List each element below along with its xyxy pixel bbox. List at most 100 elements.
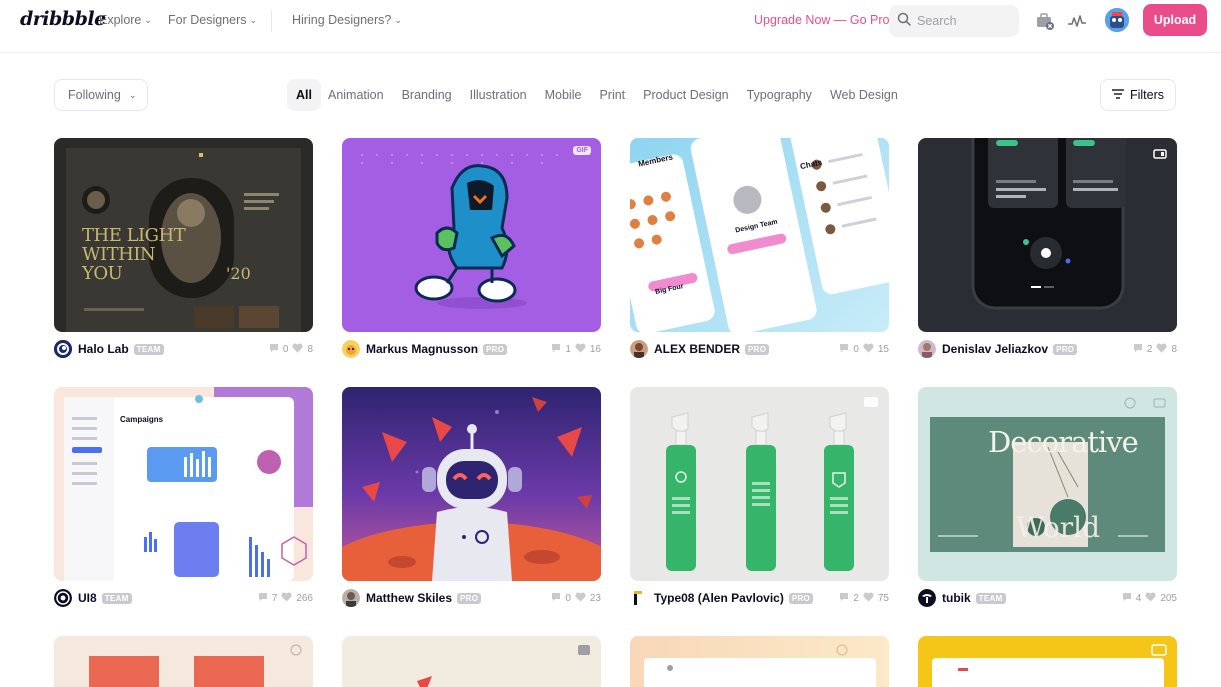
chevron-down-icon: ⌄ bbox=[144, 14, 152, 25]
search-icon bbox=[897, 12, 911, 31]
tab-print[interactable]: Print bbox=[592, 79, 632, 111]
shot-stats: 1 16 bbox=[551, 343, 601, 356]
author-avatar[interactable] bbox=[342, 589, 360, 607]
shot-stats: 2 75 bbox=[839, 592, 889, 605]
video-icon bbox=[1153, 146, 1167, 164]
shot-thumbnail[interactable]: THE LIGHT WITHIN YOU '20 bbox=[54, 138, 313, 332]
activity-icon[interactable] bbox=[1066, 10, 1088, 32]
shot-card[interactable]: Campaigns UI8 TEAM 7 266 bbox=[54, 387, 313, 607]
pro-badge: PRO bbox=[788, 592, 814, 604]
shot-thumbnail[interactable]: GIF bbox=[342, 138, 601, 332]
heart-icon[interactable] bbox=[281, 592, 292, 605]
shot-thumbnail[interactable] bbox=[630, 387, 889, 581]
nav-for-designers-label: For Designers bbox=[168, 13, 247, 27]
shot-thumbnail-partial[interactable] bbox=[54, 636, 313, 687]
author-avatar[interactable] bbox=[54, 589, 72, 607]
tab-branding[interactable]: Branding bbox=[395, 79, 459, 111]
shot-card[interactable]: GIF Markus Magnusson PRO 1 16 bbox=[342, 138, 601, 358]
shot-card[interactable]: Members Chats Design Team Big Four ALEX … bbox=[630, 138, 889, 358]
author-avatar[interactable] bbox=[918, 340, 936, 358]
shot-thumbnail[interactable] bbox=[918, 138, 1177, 332]
nav-divider bbox=[271, 10, 272, 32]
shot-year: '20 bbox=[226, 264, 251, 283]
following-dropdown[interactable]: Following ⌄ bbox=[54, 79, 148, 111]
shot-card[interactable]: Decorative World tubik TEAM 4 205 bbox=[918, 387, 1177, 607]
heart-icon[interactable] bbox=[863, 343, 874, 356]
tab-animation[interactable]: Animation bbox=[321, 79, 391, 111]
shot-meta: ALEX BENDER PRO 0 15 bbox=[630, 340, 889, 358]
heart-icon[interactable] bbox=[292, 343, 303, 356]
author-name[interactable]: UI8 bbox=[78, 591, 97, 605]
shot-stats: 7 266 bbox=[258, 592, 313, 605]
author-name[interactable]: Matthew Skiles bbox=[366, 591, 452, 605]
author-name[interactable]: Halo Lab bbox=[78, 342, 129, 356]
author-name[interactable]: Markus Magnusson bbox=[366, 342, 478, 356]
filters-button[interactable]: Filters bbox=[1100, 79, 1176, 111]
header-divider bbox=[0, 52, 1221, 53]
author-name[interactable]: tubik bbox=[942, 591, 971, 605]
heart-icon[interactable] bbox=[575, 592, 586, 605]
like-count: 8 bbox=[1171, 343, 1177, 355]
shot-thumbnail[interactable]: Decorative World bbox=[918, 387, 1177, 581]
shot-artwork bbox=[64, 387, 313, 581]
filters-label: Filters bbox=[1129, 88, 1165, 102]
like-count: 8 bbox=[307, 343, 313, 355]
author-name[interactable]: Type08 (Alen Pavlovic) bbox=[654, 591, 784, 605]
comment-count: 7 bbox=[271, 592, 278, 604]
shot-stats: 0 15 bbox=[839, 343, 889, 356]
heart-icon[interactable] bbox=[575, 343, 586, 356]
author-avatar[interactable] bbox=[630, 340, 648, 358]
tab-all[interactable]: All bbox=[287, 79, 321, 111]
dribbble-logo[interactable]: dribbble bbox=[20, 8, 106, 30]
shot-thumbnail-partial[interactable] bbox=[918, 636, 1177, 687]
nav-explore[interactable]: Explore ⌄ bbox=[99, 13, 152, 27]
author-avatar[interactable] bbox=[54, 340, 72, 358]
tab-typography[interactable]: Typography bbox=[740, 79, 819, 111]
shot-artwork bbox=[932, 644, 1167, 687]
pro-badge: PRO bbox=[457, 592, 482, 604]
shot-card[interactable]: Denislav Jeliazkov PRO 2 8 bbox=[918, 138, 1177, 358]
search-box[interactable] bbox=[889, 5, 1019, 37]
search-input[interactable] bbox=[917, 14, 1007, 28]
multi-shot-icon bbox=[863, 395, 879, 413]
heart-icon[interactable] bbox=[1156, 343, 1167, 356]
pro-badge: PRO bbox=[745, 343, 770, 355]
briefcase-icon[interactable] bbox=[1034, 10, 1056, 32]
shot-thumbnail[interactable]: Members Chats Design Team Big Four bbox=[630, 138, 889, 332]
shot-stats: 0 23 bbox=[551, 592, 601, 605]
tab-product-design[interactable]: Product Design bbox=[636, 79, 735, 111]
user-avatar[interactable] bbox=[1105, 8, 1129, 32]
shot-thumbnail-partial[interactable] bbox=[630, 636, 889, 687]
tab-illustration[interactable]: Illustration bbox=[463, 79, 534, 111]
author-avatar[interactable] bbox=[630, 589, 648, 607]
comment-count: 4 bbox=[1135, 592, 1142, 604]
shot-artwork bbox=[417, 645, 590, 687]
nav-for-designers[interactable]: For Designers ⌄ bbox=[168, 13, 257, 27]
shot-meta: Matthew Skiles PRO 0 23 bbox=[342, 589, 601, 607]
shot-thumbnail[interactable] bbox=[342, 387, 601, 581]
heart-icon[interactable] bbox=[863, 592, 874, 605]
tab-web-design[interactable]: Web Design bbox=[823, 79, 905, 111]
author-avatar[interactable] bbox=[918, 589, 936, 607]
tab-mobile[interactable]: Mobile bbox=[538, 79, 589, 111]
shot-artwork bbox=[930, 397, 1166, 552]
upgrade-pro-link[interactable]: Upgrade Now — Go Pro bbox=[754, 13, 889, 27]
headline-line: WITHIN bbox=[82, 244, 156, 265]
shot-thumbnail-partial[interactable] bbox=[342, 636, 601, 687]
shot-card[interactable]: Matthew Skiles PRO 0 23 bbox=[342, 387, 601, 607]
upload-button[interactable]: Upload bbox=[1143, 4, 1207, 36]
shot-artwork bbox=[342, 397, 601, 581]
author-name[interactable]: Denislav Jeliazkov bbox=[942, 342, 1048, 356]
shot-artwork bbox=[666, 412, 854, 571]
shot-card[interactable]: Type08 (Alen Pavlovic) PRO 2 75 bbox=[630, 387, 889, 607]
heart-icon[interactable] bbox=[1145, 592, 1156, 605]
author-avatar[interactable] bbox=[342, 340, 360, 358]
like-count: 16 bbox=[589, 343, 601, 355]
shot-meta: Markus Magnusson PRO 1 16 bbox=[342, 340, 601, 358]
comment-count: 0 bbox=[853, 343, 859, 355]
author-name[interactable]: ALEX BENDER bbox=[654, 342, 740, 356]
chevron-down-icon: ⌄ bbox=[394, 14, 402, 25]
nav-hiring-designers[interactable]: Hiring Designers? ⌄ bbox=[292, 13, 402, 27]
shot-card[interactable]: THE LIGHT WITHIN YOU '20 Halo Lab TEAM 0… bbox=[54, 138, 313, 358]
shot-thumbnail[interactable]: Campaigns bbox=[54, 387, 313, 581]
